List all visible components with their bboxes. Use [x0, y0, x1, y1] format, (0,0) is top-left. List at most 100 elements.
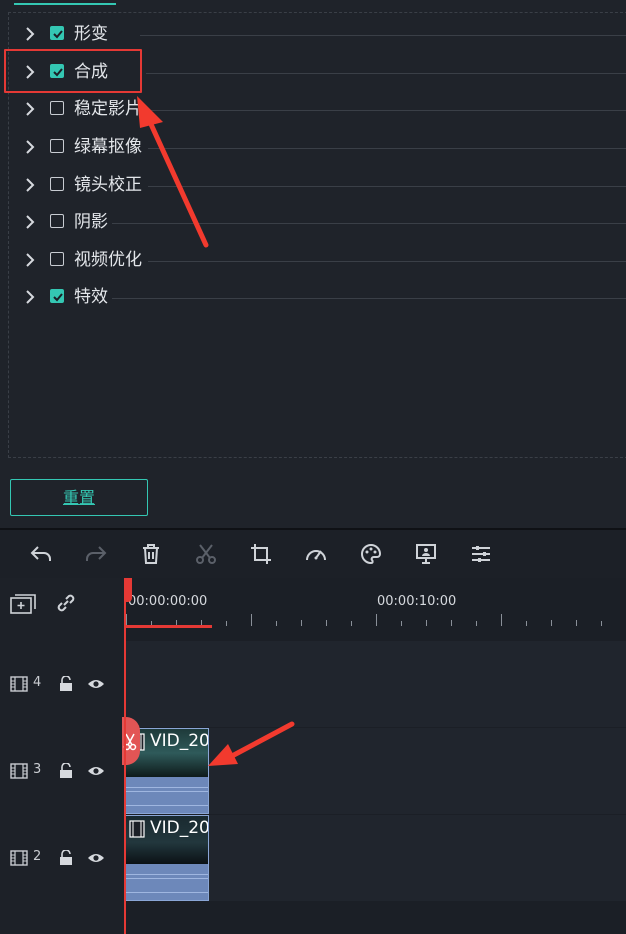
track-lane[interactable] [124, 641, 626, 727]
timeline-toolbar [0, 530, 626, 578]
chevron-right-icon[interactable] [20, 287, 40, 307]
ruler-time-mid: 00:00:10:00 [377, 594, 457, 609]
clip-title: VID_20 [150, 818, 209, 838]
property-label: 视频优化 [74, 250, 142, 270]
color-icon[interactable] [359, 542, 383, 566]
property-label: 镜头校正 [74, 175, 142, 195]
ruler-tick [401, 621, 402, 626]
properties-panel: 形变 合成 稳定影片 绿幕抠像 镜头校正 阴影 视频优化 特效 重置 [0, 0, 626, 528]
link-icon[interactable] [54, 591, 78, 615]
crop-icon[interactable] [249, 542, 273, 566]
adjust-icon[interactable] [469, 542, 493, 566]
track-row: 3 [0, 728, 626, 814]
property-row[interactable]: 绿幕抠像 [0, 129, 626, 167]
ruler-tick [501, 614, 502, 626]
chevron-right-icon[interactable] [20, 250, 40, 270]
film-icon [10, 850, 28, 866]
property-row[interactable]: 视频优化 [0, 242, 626, 280]
ruler-tick [301, 620, 302, 626]
property-separator [112, 223, 626, 224]
cut-icon[interactable] [194, 542, 218, 566]
property-label: 绿幕抠像 [74, 137, 142, 157]
lock-open-icon[interactable] [59, 676, 73, 692]
property-row[interactable]: 镜头校正 [0, 167, 626, 205]
property-separator [112, 298, 626, 299]
film-icon [10, 763, 28, 779]
check-icon [53, 30, 63, 39]
clip-audio-waveform [126, 864, 208, 900]
ruler-tick [551, 620, 552, 626]
chevron-right-icon[interactable] [20, 212, 40, 232]
eye-icon[interactable] [87, 677, 105, 691]
ruler-tick [526, 621, 527, 626]
chevron-right-icon[interactable] [20, 99, 40, 119]
property-checkbox[interactable] [50, 139, 64, 153]
speed-icon[interactable] [304, 542, 328, 566]
playhead-line[interactable] [124, 578, 126, 934]
playhead-handle[interactable] [124, 578, 132, 602]
track-header: 4 [0, 641, 124, 727]
ruler-tick [426, 620, 427, 626]
ruler-progress-bar [126, 625, 212, 628]
chevron-right-icon[interactable] [20, 175, 40, 195]
track-row: 4 [0, 641, 626, 727]
track-header: 3 [0, 728, 124, 814]
property-separator [148, 148, 626, 149]
track-number: 4 [33, 675, 42, 690]
lock-open-icon[interactable] [59, 763, 73, 779]
active-tab-indicator [14, 3, 116, 5]
property-label: 特效 [74, 287, 108, 307]
redo-icon[interactable] [84, 542, 108, 566]
clip-title: VID_20 [150, 731, 209, 751]
property-label: 形变 [74, 24, 108, 44]
property-checkbox[interactable] [50, 177, 64, 191]
ruler-tick [251, 614, 252, 626]
ruler-tick [326, 620, 327, 626]
reset-button[interactable]: 重置 [10, 479, 148, 516]
track-row: 2 [0, 815, 626, 901]
ruler-tick [476, 621, 477, 626]
property-row[interactable]: 特效 [0, 279, 626, 317]
ruler-tick [226, 621, 227, 626]
property-checkbox[interactable] [50, 101, 64, 115]
ruler-tick [451, 620, 452, 626]
property-label: 阴影 [74, 212, 108, 232]
add-track-icon[interactable] [10, 593, 36, 615]
ruler-tick [601, 621, 602, 626]
undo-icon[interactable] [29, 542, 53, 566]
ruler-tick [351, 621, 352, 626]
property-separator [146, 73, 626, 74]
video-clip[interactable]: VID_20 [125, 815, 209, 901]
chevron-right-icon[interactable] [20, 24, 40, 44]
annotation-highlight-box [4, 49, 142, 93]
property-checkbox[interactable] [50, 289, 64, 303]
film-icon [10, 676, 28, 692]
green-screen-icon[interactable] [414, 542, 438, 566]
eye-icon[interactable] [87, 764, 105, 778]
delete-icon[interactable] [139, 542, 163, 566]
property-separator [148, 110, 626, 111]
eye-icon[interactable] [87, 851, 105, 865]
track-header: 2 [0, 815, 124, 901]
property-checkbox[interactable] [50, 252, 64, 266]
lock-open-icon[interactable] [59, 850, 73, 866]
property-separator [140, 35, 626, 36]
track-number: 2 [33, 849, 42, 864]
track-number: 3 [33, 762, 42, 777]
film-icon [129, 820, 145, 838]
ruler-time-start: 00:00:00:00 [128, 594, 208, 609]
property-row[interactable]: 阴影 [0, 204, 626, 242]
property-label: 稳定影片 [74, 99, 142, 119]
clip-audio-waveform [126, 777, 208, 813]
check-icon [53, 293, 63, 302]
ruler-tick [576, 620, 577, 626]
property-checkbox[interactable] [50, 214, 64, 228]
property-row[interactable]: 稳定影片 [0, 91, 626, 129]
timeline-ruler[interactable]: 00:00:00:00 00:00:10:00 [124, 578, 626, 628]
property-checkbox[interactable] [50, 26, 64, 40]
property-separator [148, 186, 626, 187]
ruler-tick [276, 621, 277, 626]
chevron-right-icon[interactable] [20, 137, 40, 157]
ruler-tick [376, 614, 377, 626]
property-separator [148, 261, 626, 262]
